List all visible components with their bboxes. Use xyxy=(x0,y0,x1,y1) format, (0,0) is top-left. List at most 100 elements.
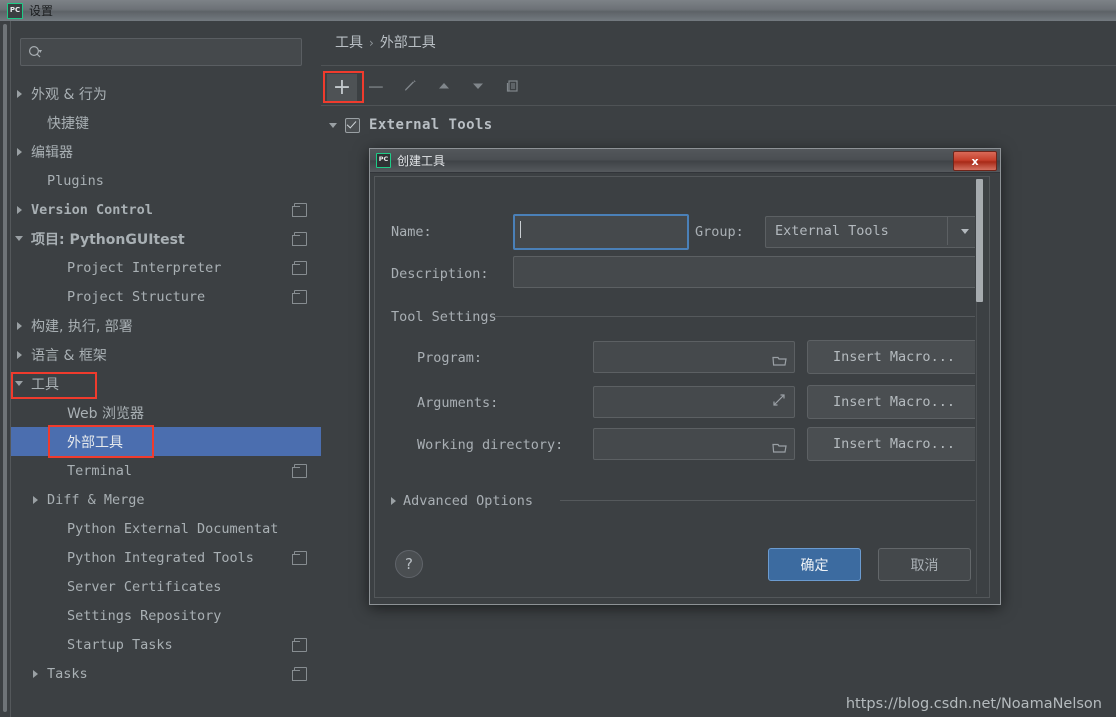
sidebar-item-label: 工具 xyxy=(31,374,59,394)
sidebar-item-2[interactable]: 编辑器 xyxy=(11,137,321,166)
description-input[interactable] xyxy=(513,256,981,288)
sidebar-item-label: Startup Tasks xyxy=(67,637,173,653)
tree-arrow[interactable] xyxy=(11,351,27,359)
sidebar-item-4[interactable]: Version Control xyxy=(11,195,321,224)
ok-button[interactable]: 确定 xyxy=(768,548,861,581)
copy-icon[interactable] xyxy=(294,203,307,217)
sidebar-item-label: 快捷键 xyxy=(47,113,89,133)
search-box[interactable] xyxy=(20,38,302,66)
settings-tree: 外观 & 行为快捷键编辑器PluginsVersion Control 项目: P… xyxy=(11,79,321,688)
name-label: Name: xyxy=(391,224,432,240)
group-value: External Tools xyxy=(775,223,889,239)
copy-icon[interactable] xyxy=(294,551,307,565)
expand-icon[interactable] xyxy=(772,393,786,411)
dialog-scrollbar-thumb[interactable] xyxy=(976,179,983,302)
cancel-button[interactable]: 取消 xyxy=(878,548,971,581)
sidebar-item-16[interactable]: Python Integrated Tools xyxy=(11,543,321,572)
program-label: Program: xyxy=(417,350,482,366)
tree-arrow[interactable] xyxy=(11,322,27,330)
dialog-scrollbar[interactable] xyxy=(975,178,984,595)
sidebar-item-18[interactable]: Settings Repository xyxy=(11,601,321,630)
tree-row-external-tools[interactable]: External Tools xyxy=(329,113,493,137)
tree-arrow[interactable] xyxy=(11,90,27,98)
search-input[interactable] xyxy=(48,44,282,60)
copy-icon[interactable] xyxy=(294,290,307,304)
folder-icon[interactable] xyxy=(772,352,786,363)
tree-arrow[interactable] xyxy=(11,381,27,386)
minus-icon: − xyxy=(367,79,385,97)
working-directory-insert-macro-button[interactable]: Insert Macro... xyxy=(807,427,981,461)
sidebar-item-label: Python Integrated Tools xyxy=(67,550,254,566)
sidebar-item-7[interactable]: Project Structure xyxy=(11,282,321,311)
copy-icon[interactable] xyxy=(294,638,307,652)
help-button[interactable]: ? xyxy=(395,550,423,578)
sidebar-item-label: 项目: PythonGUItest xyxy=(31,229,185,249)
advanced-options-toggle[interactable]: Advanced Options xyxy=(391,493,533,509)
group-select[interactable]: External Tools xyxy=(765,216,982,248)
breadcrumb-parent[interactable]: 工具 xyxy=(335,35,363,51)
chevron-right-icon[interactable] xyxy=(17,206,22,214)
tree-arrow[interactable] xyxy=(11,148,27,156)
folder-icon[interactable] xyxy=(772,439,786,450)
close-icon[interactable]: x xyxy=(953,151,997,171)
move-up-button[interactable] xyxy=(429,74,459,102)
chevron-right-icon[interactable] xyxy=(33,496,38,504)
add-button[interactable]: + xyxy=(327,74,357,102)
tree-arrow[interactable] xyxy=(11,236,27,241)
move-down-button[interactable] xyxy=(463,74,493,102)
external-tools-checkbox[interactable] xyxy=(345,118,360,133)
sidebar-item-20[interactable]: Tasks xyxy=(11,659,321,688)
chevron-right-icon[interactable] xyxy=(17,351,22,359)
sidebar-item-1[interactable]: 快捷键 xyxy=(11,108,321,137)
sidebar-scrollbar[interactable] xyxy=(2,21,9,717)
sidebar-item-19[interactable]: Startup Tasks xyxy=(11,630,321,659)
sidebar-item-13[interactable]: Terminal xyxy=(11,456,321,485)
sidebar-item-label: 构建, 执行, 部署 xyxy=(31,316,133,336)
arguments-insert-macro-button[interactable]: Insert Macro... xyxy=(807,385,981,419)
copy-icon[interactable] xyxy=(294,667,307,681)
chevron-down-icon[interactable] xyxy=(15,236,23,241)
chevron-right-icon[interactable] xyxy=(17,322,22,330)
name-input[interactable] xyxy=(513,214,689,250)
sidebar-item-15[interactable]: Python External Documentat xyxy=(11,514,321,543)
chevron-right-icon[interactable] xyxy=(17,148,22,156)
tree-arrow[interactable] xyxy=(27,496,43,504)
copy-button[interactable] xyxy=(497,74,527,102)
sidebar-scrollbar-thumb[interactable] xyxy=(3,24,7,712)
copy-icon[interactable] xyxy=(294,232,307,246)
sidebar-item-17[interactable]: Server Certificates xyxy=(11,572,321,601)
copy-icon[interactable] xyxy=(294,464,307,478)
tree-arrow[interactable] xyxy=(27,670,43,678)
sidebar-item-3[interactable]: Plugins xyxy=(11,166,321,195)
program-input[interactable] xyxy=(593,341,795,373)
working-directory-input[interactable] xyxy=(593,428,795,460)
tree-arrow[interactable] xyxy=(11,206,27,214)
program-insert-macro-button[interactable]: Insert Macro... xyxy=(807,340,981,374)
chevron-right-icon[interactable] xyxy=(17,90,22,98)
edit-button[interactable] xyxy=(395,74,425,102)
chevron-down-icon[interactable] xyxy=(329,123,337,128)
remove-button[interactable]: − xyxy=(361,74,391,102)
sidebar-item-10[interactable]: 工具 xyxy=(11,369,321,398)
chevron-right-icon[interactable] xyxy=(33,670,38,678)
external-tools-label: External Tools xyxy=(369,117,493,133)
chevron-right-icon[interactable] xyxy=(391,497,396,505)
sidebar-item-5[interactable]: 项目: PythonGUItest xyxy=(11,224,321,253)
toolbar-divider xyxy=(321,105,1116,106)
copy-icon[interactable] xyxy=(294,261,307,275)
sidebar-item-8[interactable]: 构建, 执行, 部署 xyxy=(11,311,321,340)
sidebar-item-14[interactable]: Diff & Merge xyxy=(11,485,321,514)
triangle-down-icon xyxy=(470,78,486,98)
sidebar-item-9[interactable]: 语言 & 框架 xyxy=(11,340,321,369)
breadcrumb: 工具›外部工具 xyxy=(335,32,436,52)
sidebar-item-12[interactable]: 外部工具 xyxy=(11,427,321,456)
chevron-down-icon[interactable] xyxy=(15,381,23,386)
arguments-input[interactable] xyxy=(593,386,795,418)
sidebar-item-11[interactable]: Web 浏览器 xyxy=(11,398,321,427)
sidebar-item-6[interactable]: Project Interpreter xyxy=(11,253,321,282)
external-tools-toolbar: + − xyxy=(327,73,531,103)
watermark: https://blog.csdn.net/NoamaNelson xyxy=(846,696,1102,712)
breadcrumb-current: 外部工具 xyxy=(380,35,436,51)
sidebar-item-0[interactable]: 外观 & 行为 xyxy=(11,79,321,108)
sidebar-item-label: 外部工具 xyxy=(67,432,123,452)
